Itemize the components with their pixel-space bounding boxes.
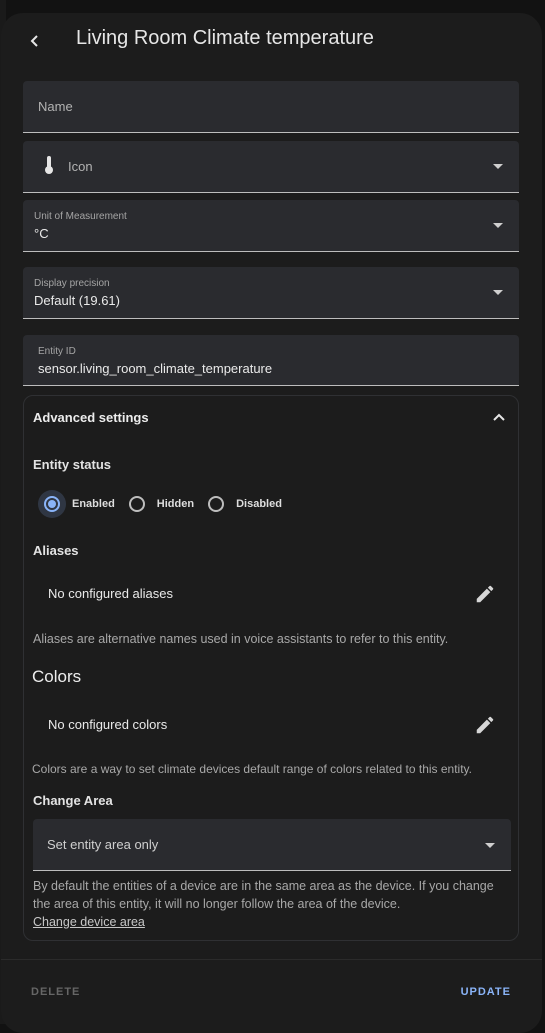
radio-label-enabled: Enabled — [72, 498, 115, 510]
advanced-settings-panel: Advanced settings Entity status Enabled … — [23, 395, 519, 941]
aliases-row: No configured aliases — [24, 574, 518, 614]
radio-label-disabled: Disabled — [236, 498, 282, 510]
colors-helper-text: Colors are a way to set climate devices … — [32, 762, 472, 776]
unit-label: Unit of Measurement — [34, 211, 127, 222]
aliases-helper-text: Aliases are alternative names used in vo… — [33, 632, 449, 646]
name-field-label: Name — [38, 99, 73, 114]
delete-button[interactable]: DELETE — [31, 986, 80, 998]
radio-circle — [44, 496, 60, 512]
dialog-footer: DELETE UPDATE — [1, 959, 542, 1033]
colors-empty-text: No configured colors — [48, 717, 168, 732]
pencil-icon — [476, 585, 494, 603]
dialog-header: Living Room Climate temperature — [1, 13, 542, 67]
back-button[interactable] — [21, 27, 49, 55]
chevron-up-icon — [493, 413, 505, 421]
area-select[interactable]: Set entity area only — [33, 819, 511, 871]
precision-label: Display precision — [34, 278, 110, 289]
edit-aliases-button[interactable] — [474, 583, 496, 605]
aliases-empty-text: No configured aliases — [48, 586, 174, 601]
entity-settings-dialog: Living Room Climate temperature Name Ico… — [1, 13, 542, 1033]
entity-id-field[interactable]: Entity ID sensor.living_room_climate_tem… — [23, 335, 519, 386]
colors-title: Colors — [32, 667, 82, 686]
colors-row: No configured colors — [24, 705, 518, 745]
radio-label-hidden: Hidden — [156, 498, 195, 510]
thermometer-icon — [43, 155, 55, 180]
radio-circle — [128, 496, 145, 512]
edit-colors-button[interactable] — [474, 714, 496, 736]
entity-status-radio-group: Enabled Hidden Disabled — [38, 490, 296, 518]
update-button[interactable]: UPDATE — [461, 986, 511, 998]
precision-value: Default (19.61) — [34, 293, 120, 308]
entity-status-title: Entity status — [33, 457, 112, 472]
radio-enabled[interactable]: Enabled — [38, 490, 115, 518]
advanced-settings-title: Advanced settings — [33, 410, 149, 425]
icon-field-label: Icon — [68, 159, 93, 174]
change-area-title: Change Area — [33, 793, 113, 808]
pencil-icon — [476, 716, 494, 734]
precision-select[interactable]: Display precision Default (19.61) — [23, 267, 519, 319]
advanced-settings-toggle[interactable]: Advanced settings — [24, 396, 518, 438]
aliases-title: Aliases — [33, 543, 79, 558]
radio-disabled[interactable]: Disabled — [208, 496, 282, 512]
unit-value: °C — [34, 226, 49, 241]
entity-id-value: sensor.living_room_climate_temperature — [38, 361, 273, 376]
area-select-value: Set entity area only — [47, 837, 159, 852]
name-field[interactable]: Name — [23, 81, 519, 133]
chevron-down-icon — [493, 222, 503, 228]
unit-select[interactable]: Unit of Measurement °C — [23, 200, 519, 252]
chevron-down-icon — [485, 843, 495, 848]
chevron-left-icon — [30, 35, 38, 47]
radio-circle — [208, 496, 225, 512]
change-device-area-link[interactable]: Change device area — [33, 915, 145, 929]
chevron-down-icon — [493, 163, 503, 169]
change-area-helper-text: By default the entities of a device are … — [33, 879, 494, 911]
entity-id-label: Entity ID — [38, 346, 76, 357]
chevron-down-icon — [493, 289, 503, 295]
icon-picker[interactable]: Icon — [23, 141, 519, 193]
dialog-title: Living Room Climate temperature — [76, 27, 374, 49]
radio-hidden[interactable]: Hidden — [128, 496, 195, 512]
change-area-helper: By default the entities of a device are … — [33, 877, 509, 931]
